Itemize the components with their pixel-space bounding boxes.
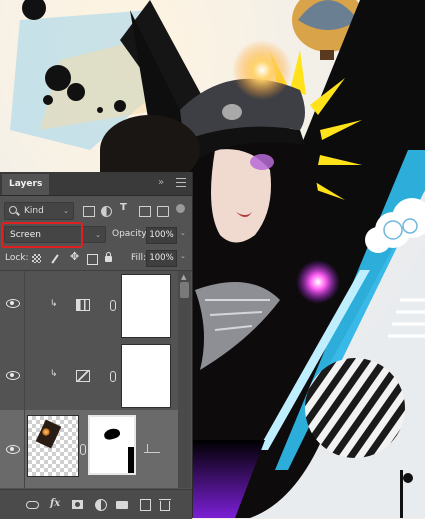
link-icon[interactable] — [80, 444, 86, 455]
chevron-down-icon: ⌄ — [63, 207, 69, 215]
chevron-down-icon: ⌄ — [95, 231, 101, 239]
visibility-divider — [24, 410, 25, 488]
layer-row-curves[interactable]: ↳ — [0, 339, 178, 411]
delete-layer-icon[interactable] — [159, 499, 171, 511]
layer-row-levels[interactable]: ↳ — [0, 271, 178, 340]
filter-row: Kind ⌄ T — [0, 198, 192, 222]
visibility-divider — [24, 339, 25, 410]
link-icon[interactable] — [110, 371, 116, 382]
lock-row: Lock: ✥ Fill: 100% ⌄ — [0, 248, 192, 271]
new-group-icon[interactable] — [116, 501, 128, 509]
layers-list: ↳ ↳ — [0, 271, 178, 488]
eye-icon[interactable] — [6, 445, 20, 454]
blend-mode-highlight — [1, 222, 83, 248]
thumbnail-glow — [42, 428, 50, 436]
eye-icon[interactable] — [6, 371, 20, 380]
fill-field[interactable]: 100% — [146, 250, 177, 267]
add-mask-icon[interactable] — [72, 500, 83, 509]
adjustment-filter-icon[interactable] — [101, 206, 112, 217]
filter-toggle-icon[interactable] — [176, 204, 185, 213]
layer-graph-icon — [144, 444, 160, 453]
scroll-up-icon[interactable]: ▲ — [181, 273, 186, 281]
filter-kind-label: Kind — [24, 206, 44, 216]
layers-panel: Layers » Kind ⌄ T Screen ⌄ Opacity: 100%… — [0, 172, 192, 519]
search-icon — [9, 206, 17, 214]
visibility-divider — [24, 271, 25, 339]
lock-all-icon[interactable] — [105, 252, 112, 262]
mask-shape — [102, 427, 122, 441]
opacity-label: Opacity: — [112, 229, 149, 239]
shape-filter-icon[interactable] — [139, 206, 151, 217]
layer-style-icon[interactable]: fx — [50, 498, 60, 510]
tab-layers[interactable]: Layers — [2, 174, 50, 195]
clipping-arrow-icon: ↳ — [50, 299, 58, 309]
panel-menu-icon[interactable] — [176, 178, 186, 187]
link-layers-icon[interactable] — [26, 501, 39, 509]
chevron-down-icon[interactable]: ⌄ — [180, 229, 186, 237]
filter-kind-select[interactable]: Kind ⌄ — [4, 202, 74, 220]
layer-mask-thumbnail[interactable] — [121, 274, 171, 338]
opacity-field[interactable]: 100% — [146, 227, 177, 244]
curves-icon — [76, 370, 90, 382]
layer-mask-thumbnail[interactable] — [121, 344, 171, 408]
layer-row-image[interactable] — [0, 410, 178, 488]
new-layer-icon[interactable] — [140, 499, 151, 511]
panel-header: Layers » — [0, 172, 192, 196]
adjustment-layer-icon[interactable] — [95, 499, 107, 511]
smart-object-filter-icon[interactable] — [157, 206, 169, 217]
scroll-thumb[interactable] — [180, 282, 189, 298]
layers-scrollbar[interactable]: ▲ — [178, 271, 191, 488]
pixel-filter-icon[interactable] — [83, 206, 95, 217]
fill-label: Fill: — [131, 253, 147, 263]
lock-position-icon[interactable]: ✥ — [70, 250, 79, 263]
link-icon[interactable] — [110, 300, 116, 311]
lock-transparent-icon[interactable] — [32, 254, 41, 263]
collapse-icon[interactable]: » — [158, 177, 164, 188]
lock-pixels-icon[interactable] — [51, 254, 59, 264]
chevron-down-icon[interactable]: ⌄ — [180, 252, 186, 260]
layer-image-thumbnail[interactable] — [27, 415, 79, 477]
mask-shape — [128, 447, 134, 473]
clipping-arrow-icon: ↳ — [50, 369, 58, 379]
eye-icon[interactable] — [6, 299, 20, 308]
levels-icon — [76, 299, 90, 311]
lock-label: Lock: — [5, 253, 29, 263]
panel-footer: fx — [0, 489, 192, 519]
lock-artboard-icon[interactable] — [87, 254, 98, 265]
type-filter-icon[interactable]: T — [120, 202, 130, 213]
layer-mask-thumbnail[interactable] — [88, 415, 136, 475]
